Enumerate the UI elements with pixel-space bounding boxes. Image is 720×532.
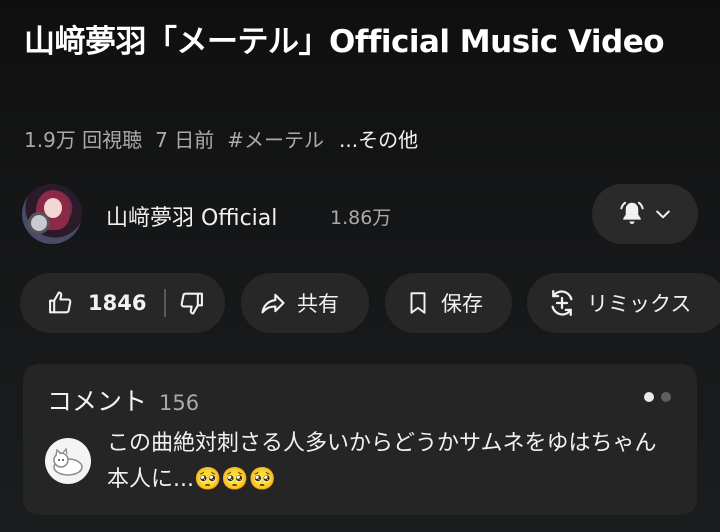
comments-card[interactable]: コメント 156 この曲絶対刺さる人多いからどうかサムネをゆはちゃん本人に...… [23,364,697,515]
notification-button[interactable] [592,184,698,244]
remix-icon [551,290,573,316]
video-title: 山﨑夢羽「メーテル」Official Music Video [24,24,665,60]
cat-icon [53,447,83,476]
view-count: 1.9万 回視聴 [24,127,143,152]
channel-row: 山﨑夢羽 Official 1.86万 [22,184,698,246]
action-bar: 1846 共有 保存 リミックス [20,273,720,333]
like-dislike-pill: 1846 [20,273,225,333]
channel-name[interactable]: 山﨑夢羽 Official [106,200,277,232]
video-metadata[interactable]: 1.9万 回視聴 7 日前 #メーテル ...その他 [24,122,431,154]
bell-icon [620,201,644,224]
carousel-dot-active [644,392,654,402]
carousel-dot [661,392,671,402]
hashtag-link[interactable]: #メーテル [227,124,324,153]
save-label: 保存 [441,292,483,316]
carousel-dots [644,392,671,402]
share-button[interactable]: 共有 [241,273,369,333]
remix-button[interactable]: リミックス [527,273,720,333]
top-comment-text: この曲絶対刺さる人多いからどうかサムネをゆはちゃん本人に...🥺🥺🥺 [107,431,657,492]
commenter-avatar [45,438,91,484]
remix-label: リミックス [587,292,692,316]
save-icon [410,292,426,314]
avatar-disc [28,212,50,234]
save-button[interactable]: 保存 [385,273,512,333]
upload-age: 7 日前 [155,127,215,152]
comments-count: 156 [159,391,200,415]
share-icon [261,293,285,314]
like-count[interactable]: 1846 [88,291,146,315]
comments-title: コメント [47,387,148,416]
dislike-icon[interactable] [178,289,206,317]
like-divider [164,289,167,317]
subscriber-count: 1.86万 [330,207,392,229]
more-link[interactable]: ...その他 [339,124,418,153]
chevron-down-icon [656,210,670,219]
comments-header: コメント 156 [47,382,199,418]
share-label: 共有 [297,292,339,316]
channel-avatar[interactable] [22,184,82,244]
like-icon[interactable] [46,289,74,317]
